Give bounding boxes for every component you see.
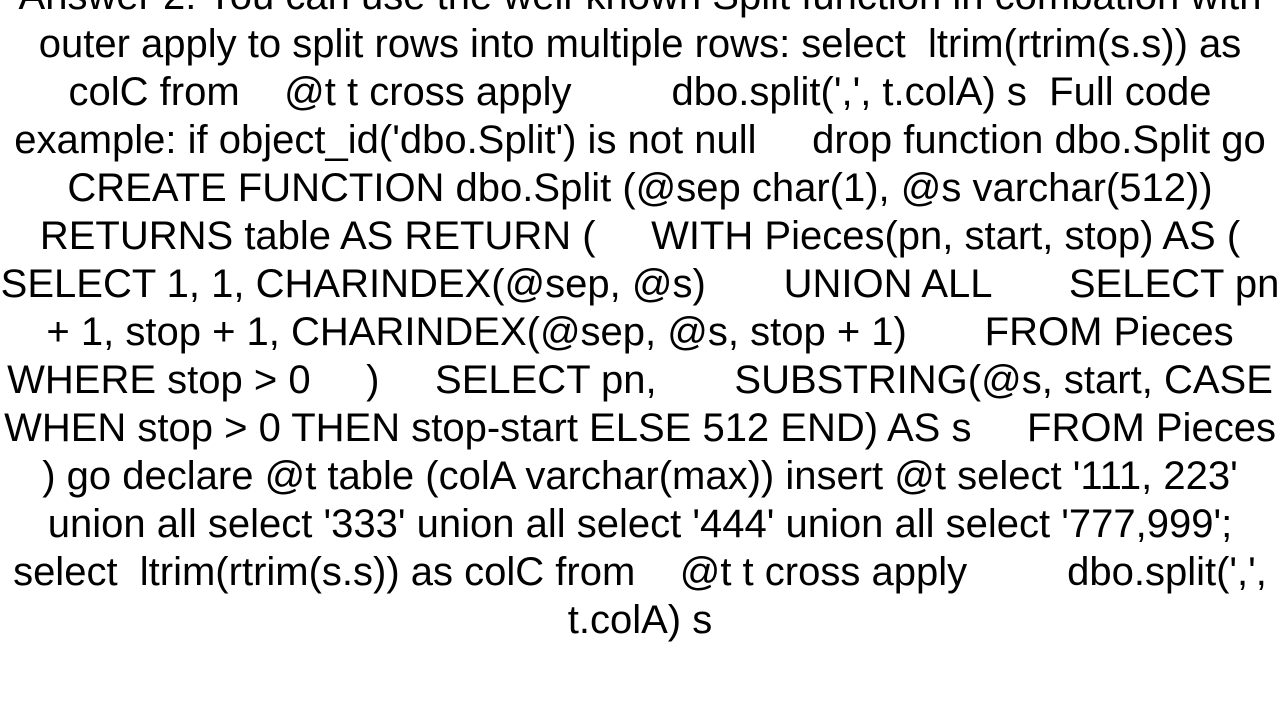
answer-body-text: Answer 2: You can use the well-known Spl… <box>0 0 1280 644</box>
page-container: Answer 2: You can use the well-known Spl… <box>0 0 1280 720</box>
